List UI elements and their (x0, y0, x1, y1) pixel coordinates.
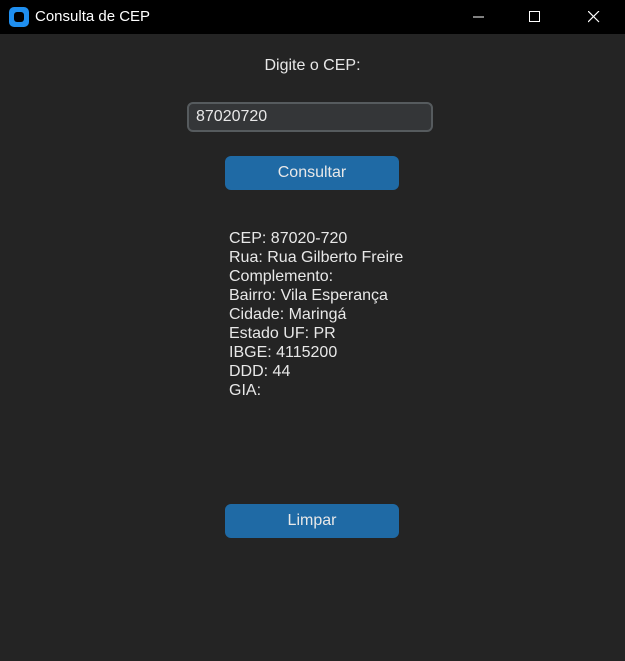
maximize-icon (529, 11, 540, 22)
app-icon (9, 7, 29, 27)
result-bairro: Bairro: Vila Esperança (229, 287, 388, 304)
cep-input[interactable] (187, 102, 433, 132)
window-title: Consulta de CEP (35, 8, 151, 25)
result-ddd: DDD: 44 (229, 363, 291, 380)
result-cidade: Cidade: Maringá (229, 306, 347, 323)
maximize-button[interactable] (512, 0, 558, 34)
cep-label: Digite o CEP: (264, 57, 361, 74)
result-panel: CEP: 87020-720 Rua: Rua Gilberto Freire … (229, 229, 403, 400)
title-bar: Consulta de CEP (0, 0, 625, 34)
minimize-button[interactable] (456, 0, 502, 34)
close-icon (588, 11, 600, 23)
result-rua: Rua: Rua Gilberto Freire (229, 249, 404, 266)
result-gia: GIA: (229, 382, 262, 399)
result-complemento: Complemento: (229, 268, 334, 285)
close-button[interactable] (571, 0, 617, 34)
limpar-button[interactable]: Limpar (225, 504, 399, 538)
result-cep: CEP: 87020-720 (229, 230, 348, 247)
consultar-button[interactable]: Consultar (225, 156, 399, 190)
app-window: Consulta de CEP Digite o CEP: Consultar … (0, 0, 625, 661)
minimize-icon (473, 16, 484, 18)
result-ibge: IBGE: 4115200 (229, 344, 338, 361)
result-estado: Estado UF: PR (229, 325, 336, 342)
